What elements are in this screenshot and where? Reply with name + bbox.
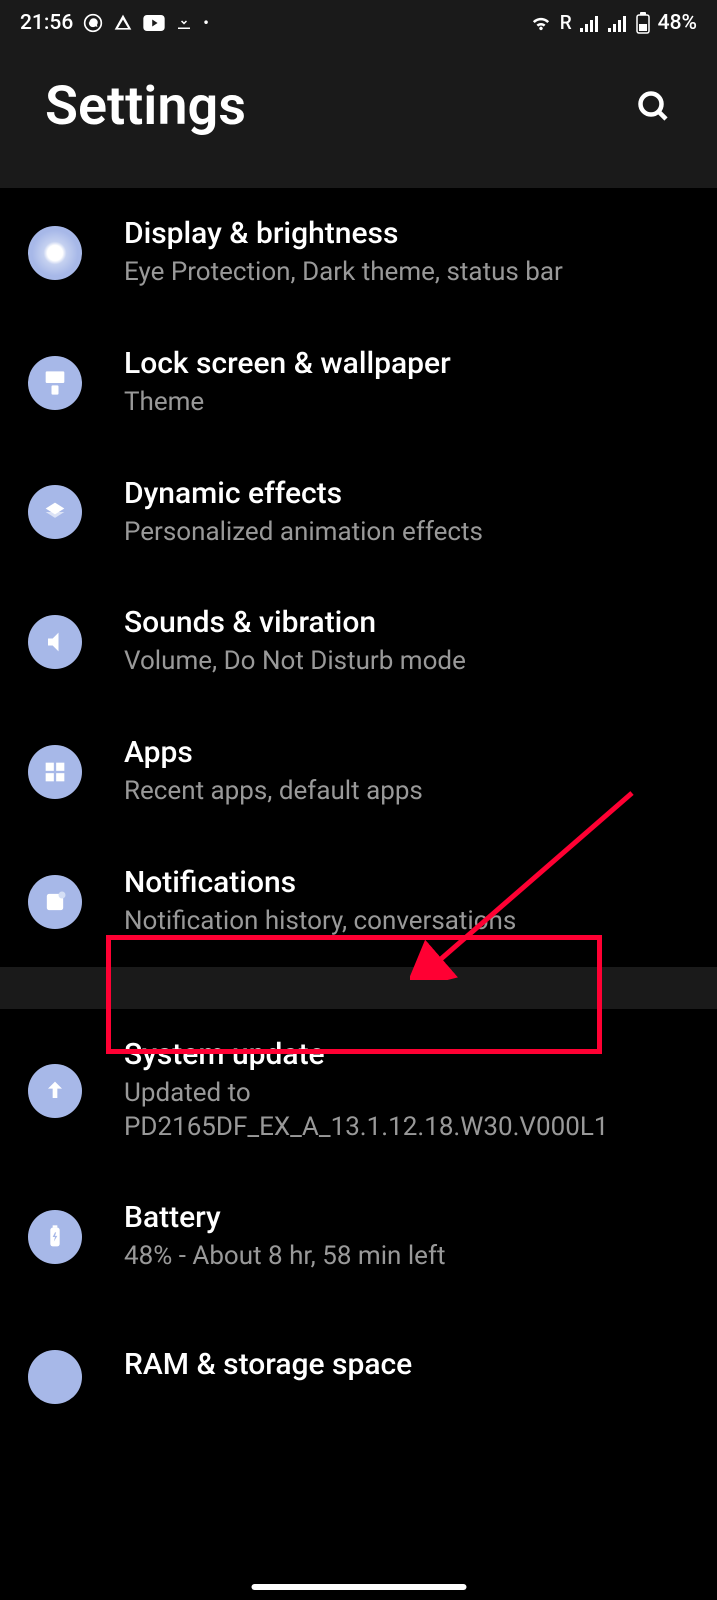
- signal-icon-1: [580, 14, 600, 32]
- settings-item-dynamic-effects[interactable]: Dynamic effects Personalized animation e…: [0, 448, 717, 578]
- sounds-icon: [28, 615, 82, 669]
- item-subtitle: Volume, Do Not Disturb mode: [124, 645, 689, 679]
- item-title: Notifications: [124, 865, 689, 900]
- item-subtitle: Personalized animation effects: [124, 516, 689, 550]
- item-title: Apps: [124, 735, 689, 770]
- dynamic-effects-icon: [28, 485, 82, 539]
- settings-item-ram-storage[interactable]: RAM & storage space: [0, 1302, 717, 1414]
- download-icon: [175, 14, 193, 32]
- warning-icon: [113, 13, 133, 33]
- settings-item-notifications[interactable]: Notifications Notification history, conv…: [0, 837, 717, 967]
- dot-icon: •: [203, 13, 209, 32]
- search-button[interactable]: [636, 89, 672, 125]
- settings-item-system-update[interactable]: System update Updated to PD2165DF_EX_A_1…: [0, 1009, 717, 1173]
- settings-item-lockscreen[interactable]: Lock screen & wallpaper Theme: [0, 318, 717, 448]
- item-title: Display & brightness: [124, 216, 689, 251]
- settings-item-battery[interactable]: Battery 48% - About 8 hr, 58 min left: [0, 1172, 717, 1302]
- settings-item-display[interactable]: Display & brightness Eye Protection, Dar…: [0, 188, 717, 318]
- navigation-handle[interactable]: [251, 1584, 466, 1590]
- settings-list: Display & brightness Eye Protection, Dar…: [0, 188, 717, 1414]
- item-title: Lock screen & wallpaper: [124, 346, 689, 381]
- status-left: 21:56 •: [20, 11, 209, 35]
- item-title: Sounds & vibration: [124, 605, 689, 640]
- header: Settings: [0, 45, 717, 188]
- youtube-icon: [143, 15, 165, 31]
- status-bar: 21:56 • R 48%: [0, 0, 717, 45]
- apps-icon: [28, 745, 82, 799]
- item-subtitle: Theme: [124, 386, 689, 420]
- roaming-indicator: R: [560, 11, 572, 34]
- section-divider: [0, 967, 717, 1009]
- item-subtitle: Updated to PD2165DF_EX_A_13.1.12.18.W30.…: [124, 1077, 689, 1145]
- whatsapp-icon: [83, 13, 103, 33]
- battery-setting-icon: [28, 1210, 82, 1264]
- display-icon: [28, 226, 82, 280]
- signal-icon-2: [608, 14, 628, 32]
- battery-percent: 48%: [658, 11, 697, 35]
- item-title: Battery: [124, 1200, 689, 1235]
- settings-item-apps[interactable]: Apps Recent apps, default apps: [0, 707, 717, 837]
- notifications-icon: [28, 875, 82, 929]
- status-right: R 48%: [530, 11, 697, 35]
- lockscreen-icon: [28, 356, 82, 410]
- item-title: System update: [124, 1037, 689, 1072]
- item-subtitle: Notification history, conversations: [124, 905, 689, 939]
- wifi-icon: [530, 14, 552, 32]
- item-subtitle: Eye Protection, Dark theme, status bar: [124, 256, 689, 290]
- item-subtitle: Recent apps, default apps: [124, 775, 689, 809]
- system-update-icon: [28, 1064, 82, 1118]
- status-time: 21:56: [20, 11, 73, 35]
- page-title: Settings: [45, 75, 246, 138]
- item-title: RAM & storage space: [124, 1347, 689, 1382]
- settings-item-sounds[interactable]: Sounds & vibration Volume, Do Not Distur…: [0, 577, 717, 707]
- item-title: Dynamic effects: [124, 476, 689, 511]
- battery-icon: [636, 12, 650, 34]
- item-subtitle: 48% - About 8 hr, 58 min left: [124, 1240, 689, 1274]
- storage-icon: [28, 1350, 82, 1404]
